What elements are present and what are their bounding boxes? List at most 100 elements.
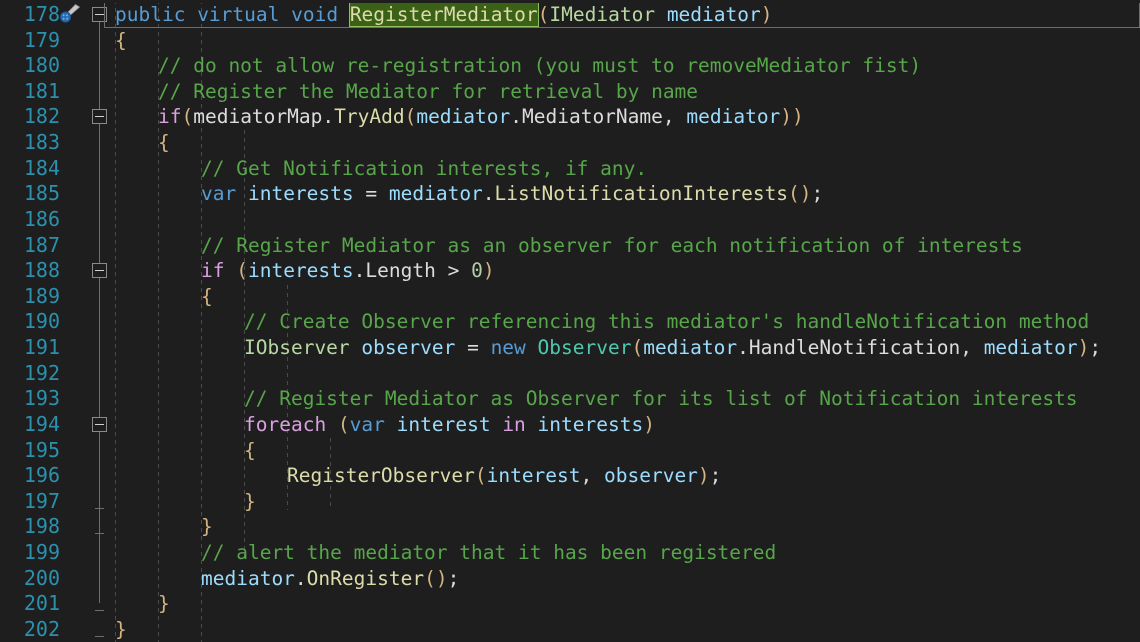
selected-token: RegisterMediator: [348, 2, 539, 27]
code-token: ): [1077, 336, 1090, 360]
code-token: {: [201, 284, 213, 308]
code-token: // Register Mediator as an observer for …: [201, 233, 1023, 257]
code-token: (: [474, 464, 487, 488]
code-token: ,: [960, 336, 984, 360]
code-token: observer: [604, 464, 698, 488]
code-token: 0: [471, 259, 483, 283]
code-token: // Create Observer referencing this medi…: [244, 310, 1090, 334]
code-token: ,: [580, 464, 604, 488]
code-token: // Register Mediator as Observer for its…: [244, 387, 1078, 411]
code-line[interactable]: {: [158, 130, 170, 156]
code-line[interactable]: }: [158, 591, 170, 617]
code-token: foreach: [244, 412, 338, 436]
code-token: HandleNotification: [748, 336, 961, 360]
code-token: .: [353, 259, 366, 283]
code-line[interactable]: foreach (var interest in interests): [244, 412, 655, 438]
code-token: mediator: [201, 566, 295, 590]
code-token: interest: [486, 464, 581, 488]
code-token: {: [158, 131, 170, 155]
code-token: ): [482, 259, 495, 283]
code-line[interactable]: public virtual void RegisterMediator(IMe…: [115, 2, 772, 28]
code-token: public: [115, 3, 198, 26]
code-line[interactable]: }: [244, 489, 256, 515]
code-token: if: [201, 259, 237, 283]
code-line[interactable]: if(mediatorMap.TryAdd(mediator.MediatorN…: [158, 104, 804, 130]
code-token: new: [490, 336, 538, 360]
code-editor[interactable]: 178 179 180 181 182 183 184 185 186 187 188 189 190 1…: [0, 0, 1140, 642]
code-line[interactable]: {: [244, 438, 256, 464]
code-line[interactable]: if (interests.Length > 0): [201, 258, 495, 284]
code-token: }: [115, 617, 127, 641]
code-token: observer: [361, 336, 456, 360]
code-line[interactable]: // Register the Mediator for retrieval b…: [158, 79, 698, 105]
code-token: }: [244, 489, 256, 513]
code-token: mediator: [643, 336, 738, 360]
code-line[interactable]: mediator.OnRegister();: [201, 566, 459, 592]
code-token: if: [158, 105, 182, 129]
code-token: .: [737, 336, 749, 360]
code-token: void: [291, 3, 350, 26]
code-token: interests: [247, 182, 354, 206]
code-token: mediator: [686, 105, 781, 129]
code-token: (: [631, 336, 644, 360]
code-token: var: [349, 412, 397, 436]
code-token: (: [337, 412, 350, 436]
code-token: // Get Notification interests, if any.: [201, 156, 648, 180]
code-token: mediator: [388, 182, 483, 206]
code-token: ,: [662, 105, 687, 129]
code-line[interactable]: }: [115, 617, 127, 642]
code-token: var: [201, 182, 248, 206]
code-token: .: [510, 105, 522, 129]
code-token: .: [482, 182, 495, 206]
code-token: MediatorName: [522, 105, 663, 129]
code-line[interactable]: // Register Mediator as an observer for …: [201, 233, 1023, 259]
code-line[interactable]: // Create Observer referencing this medi…: [244, 309, 1089, 335]
code-token: Length: [365, 259, 436, 283]
code-token: // alert the mediator that it has been r…: [201, 541, 777, 565]
code-token: (: [181, 105, 194, 129]
code-line[interactable]: {: [201, 284, 213, 310]
code-text-layer[interactable]: public virtual void RegisterMediator(IMe…: [0, 0, 1140, 642]
code-token: IObserver: [244, 336, 362, 360]
code-token: mediatorMap: [193, 105, 323, 129]
code-token: RegisterObserver: [287, 464, 475, 488]
code-token: =: [455, 336, 491, 360]
code-token: Observer: [537, 336, 632, 360]
code-token: {: [244, 438, 256, 462]
code-token: {: [115, 28, 127, 52]
code-token: ): [697, 464, 710, 488]
code-line[interactable]: // do not allow re-registration (you mus…: [158, 53, 921, 79]
code-token: (): [424, 566, 448, 590]
code-token: IMediator: [549, 3, 667, 26]
viewport-top-clip: [0, 0, 1140, 3]
code-line[interactable]: var interests = mediator.ListNotificatio…: [201, 181, 823, 207]
code-token: =: [353, 182, 389, 206]
code-token: }: [201, 515, 213, 539]
code-token: OnRegister: [306, 566, 425, 590]
code-line[interactable]: RegisterObserver(interest, observer);: [287, 463, 721, 489]
code-line[interactable]: {: [115, 28, 127, 54]
code-token: in: [502, 412, 526, 436]
code-token: // Register the Mediator for retrieval b…: [158, 79, 699, 103]
code-token: ): [760, 3, 773, 26]
code-token: (: [236, 259, 248, 283]
code-token: ;: [1089, 336, 1102, 360]
code-token: mediator: [416, 105, 511, 129]
code-token: interests: [537, 412, 644, 436]
code-line[interactable]: // alert the mediator that it has been r…: [201, 540, 776, 566]
code-token: TryAdd: [334, 105, 405, 129]
code-line[interactable]: IObserver observer = new Observer(mediat…: [244, 335, 1101, 361]
code-token: // do not allow re-registration (you mus…: [158, 54, 922, 78]
code-line[interactable]: // Get Notification interests, if any.: [201, 156, 647, 182]
code-token: )): [780, 105, 804, 129]
code-token: ListNotificationInterests: [494, 182, 789, 206]
code-token: (: [404, 105, 417, 129]
code-token: ;: [709, 464, 722, 488]
code-line[interactable]: // Register Mediator as Observer for its…: [244, 386, 1078, 412]
code-token: .: [294, 566, 307, 590]
code-token: }: [158, 592, 170, 616]
code-token: interest: [396, 412, 491, 436]
code-line[interactable]: }: [201, 514, 213, 540]
